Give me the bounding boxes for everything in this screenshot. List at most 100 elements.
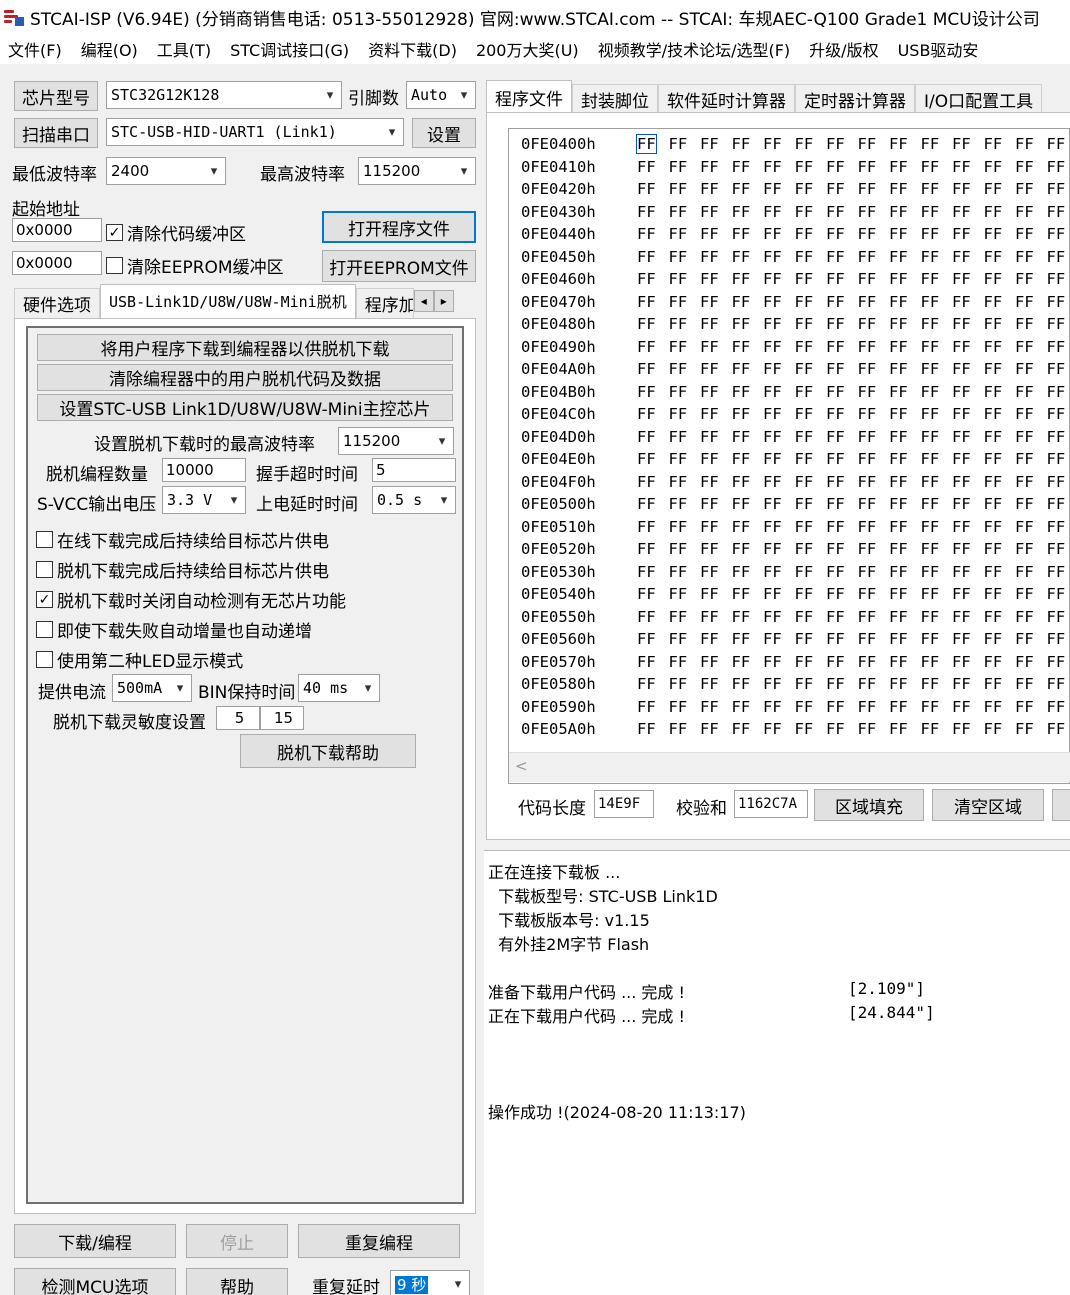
hex-byte[interactable]: FF xyxy=(952,698,984,720)
hex-byte[interactable]: FF xyxy=(732,135,764,157)
hex-byte[interactable]: FF xyxy=(732,585,764,607)
hex-byte[interactable]: FF xyxy=(732,608,764,630)
hex-byte[interactable]: FF xyxy=(763,563,795,585)
hex-byte[interactable]: FF xyxy=(1047,248,1070,270)
hex-byte[interactable]: FF xyxy=(889,180,921,202)
hex-byte[interactable]: FF xyxy=(795,518,827,540)
hex-byte[interactable]: FF xyxy=(669,158,701,180)
hex-byte[interactable]: FF xyxy=(921,540,953,562)
option-auto-increment-on-fail[interactable]: 即使下载失败自动增量也自动递增 xyxy=(36,617,312,642)
hex-view[interactable]: 0FE0400h FF FF FF FF FF FF FF FF FF FF FF FF FF FF 0FE0… xyxy=(508,128,1070,784)
hex-byte[interactable]: FF xyxy=(795,495,827,517)
supply-current-select[interactable]: 500mA ▾ xyxy=(112,674,192,702)
hex-byte[interactable]: FF xyxy=(984,518,1016,540)
hex-byte[interactable]: FF xyxy=(889,450,921,472)
max-baud-select[interactable]: 115200 ▾ xyxy=(358,157,476,185)
hex-byte[interactable]: FF xyxy=(1015,540,1047,562)
hex-byte[interactable]: FF xyxy=(732,405,764,427)
hex-byte[interactable]: FF xyxy=(795,675,827,697)
hex-byte[interactable]: FF xyxy=(669,585,701,607)
hex-byte[interactable]: FF xyxy=(921,248,953,270)
hex-byte[interactable]: FF xyxy=(700,135,732,157)
hex-byte[interactable]: FF xyxy=(1047,473,1070,495)
hex-byte[interactable]: FF xyxy=(858,630,890,652)
hex-byte[interactable]: FF xyxy=(1015,720,1047,742)
hex-byte[interactable]: FF xyxy=(858,585,890,607)
hex-byte[interactable]: FF xyxy=(952,540,984,562)
hex-byte[interactable]: FF xyxy=(952,158,984,180)
stop-button[interactable]: 停止 xyxy=(186,1224,288,1258)
hex-byte[interactable]: FF xyxy=(1047,293,1070,315)
hex-byte[interactable]: FF xyxy=(732,450,764,472)
more-button[interactable] xyxy=(1052,789,1070,821)
hex-byte[interactable]: FF xyxy=(889,293,921,315)
hex-byte[interactable]: FF xyxy=(826,653,858,675)
hex-byte[interactable]: FF xyxy=(952,203,984,225)
hex-byte[interactable]: FF xyxy=(795,293,827,315)
hex-byte[interactable]: FF xyxy=(858,293,890,315)
hex-byte[interactable]: FF xyxy=(952,270,984,292)
hex-byte[interactable]: FF xyxy=(732,270,764,292)
hex-byte[interactable]: FF xyxy=(1015,585,1047,607)
hex-byte[interactable]: FF xyxy=(952,383,984,405)
hex-byte[interactable]: FF xyxy=(637,540,669,562)
hex-byte[interactable]: FF xyxy=(795,630,827,652)
hex-byte[interactable]: FF xyxy=(700,698,732,720)
hex-byte[interactable]: FF xyxy=(795,315,827,337)
option-offline-keep-power[interactable]: 脱机下载完成后持续给目标芯片供电 xyxy=(36,557,329,582)
hex-byte[interactable]: FF xyxy=(984,630,1016,652)
hex-byte[interactable]: FF xyxy=(921,203,953,225)
hex-byte[interactable]: FF xyxy=(952,338,984,360)
hex-byte[interactable]: FF xyxy=(952,180,984,202)
hex-byte[interactable]: FF xyxy=(921,518,953,540)
hex-byte[interactable]: FF xyxy=(763,720,795,742)
hex-byte[interactable]: FF xyxy=(952,315,984,337)
hex-byte[interactable]: FF xyxy=(1015,270,1047,292)
hex-byte[interactable]: FF xyxy=(1047,405,1070,427)
hex-byte[interactable]: FF xyxy=(984,653,1016,675)
hex-byte[interactable]: FF xyxy=(984,675,1016,697)
hex-byte[interactable]: FF xyxy=(763,630,795,652)
offline-help-button[interactable]: 脱机下载帮助 xyxy=(240,734,416,768)
hex-byte[interactable]: FF xyxy=(669,653,701,675)
hex-byte[interactable]: FF xyxy=(889,158,921,180)
hex-byte[interactable]: FF xyxy=(637,585,669,607)
hex-byte[interactable]: FF xyxy=(795,158,827,180)
hex-byte[interactable]: FF xyxy=(1015,405,1047,427)
hex-byte[interactable]: FF xyxy=(858,698,890,720)
hex-byte[interactable]: FF xyxy=(858,563,890,585)
hex-byte[interactable]: FF xyxy=(858,608,890,630)
hex-byte[interactable]: FF xyxy=(984,248,1016,270)
menu-videos[interactable]: 视频教学/技术论坛/选型(F) xyxy=(590,37,801,61)
hex-byte[interactable]: FF xyxy=(1047,203,1070,225)
hex-byte[interactable]: FF xyxy=(669,518,701,540)
hex-byte[interactable]: FF xyxy=(669,428,701,450)
tab-program-file[interactable]: 程序文件 xyxy=(486,80,572,114)
hex-byte[interactable]: FF xyxy=(795,405,827,427)
hex-byte[interactable]: FF xyxy=(795,585,827,607)
check-mcu-options-button[interactable]: 检测MCU选项 xyxy=(14,1268,176,1295)
hex-byte[interactable]: FF xyxy=(732,563,764,585)
hex-byte[interactable]: FF xyxy=(763,293,795,315)
hex-byte[interactable]: FF xyxy=(795,653,827,675)
hex-byte[interactable]: FF xyxy=(826,158,858,180)
hex-byte[interactable]: FF xyxy=(826,338,858,360)
hex-byte[interactable]: FF xyxy=(889,315,921,337)
scroll-left-icon[interactable]: < xyxy=(515,757,528,775)
fill-region-button[interactable]: 区域填充 xyxy=(814,789,924,821)
hex-byte[interactable]: FF xyxy=(700,248,732,270)
min-baud-select[interactable]: 2400 ▾ xyxy=(106,157,226,185)
hex-byte[interactable]: FF xyxy=(1047,158,1070,180)
hex-byte[interactable]: FF xyxy=(858,203,890,225)
clear-code-checkbox[interactable]: ✓ 清除代码缓冲区 xyxy=(106,220,246,245)
hex-byte[interactable]: FF xyxy=(700,585,732,607)
hex-byte[interactable]: FF xyxy=(732,248,764,270)
menu-prize[interactable]: 200万大奖(U) xyxy=(468,37,590,61)
hex-byte[interactable]: FF xyxy=(637,383,669,405)
hex-byte[interactable]: FF xyxy=(858,450,890,472)
hex-byte[interactable]: FF xyxy=(826,270,858,292)
hex-byte[interactable]: FF xyxy=(700,653,732,675)
hex-byte[interactable]: FF xyxy=(984,158,1016,180)
hex-byte[interactable]: FF xyxy=(921,135,953,157)
menu-upgrade[interactable]: 升级/版权 xyxy=(801,37,889,61)
